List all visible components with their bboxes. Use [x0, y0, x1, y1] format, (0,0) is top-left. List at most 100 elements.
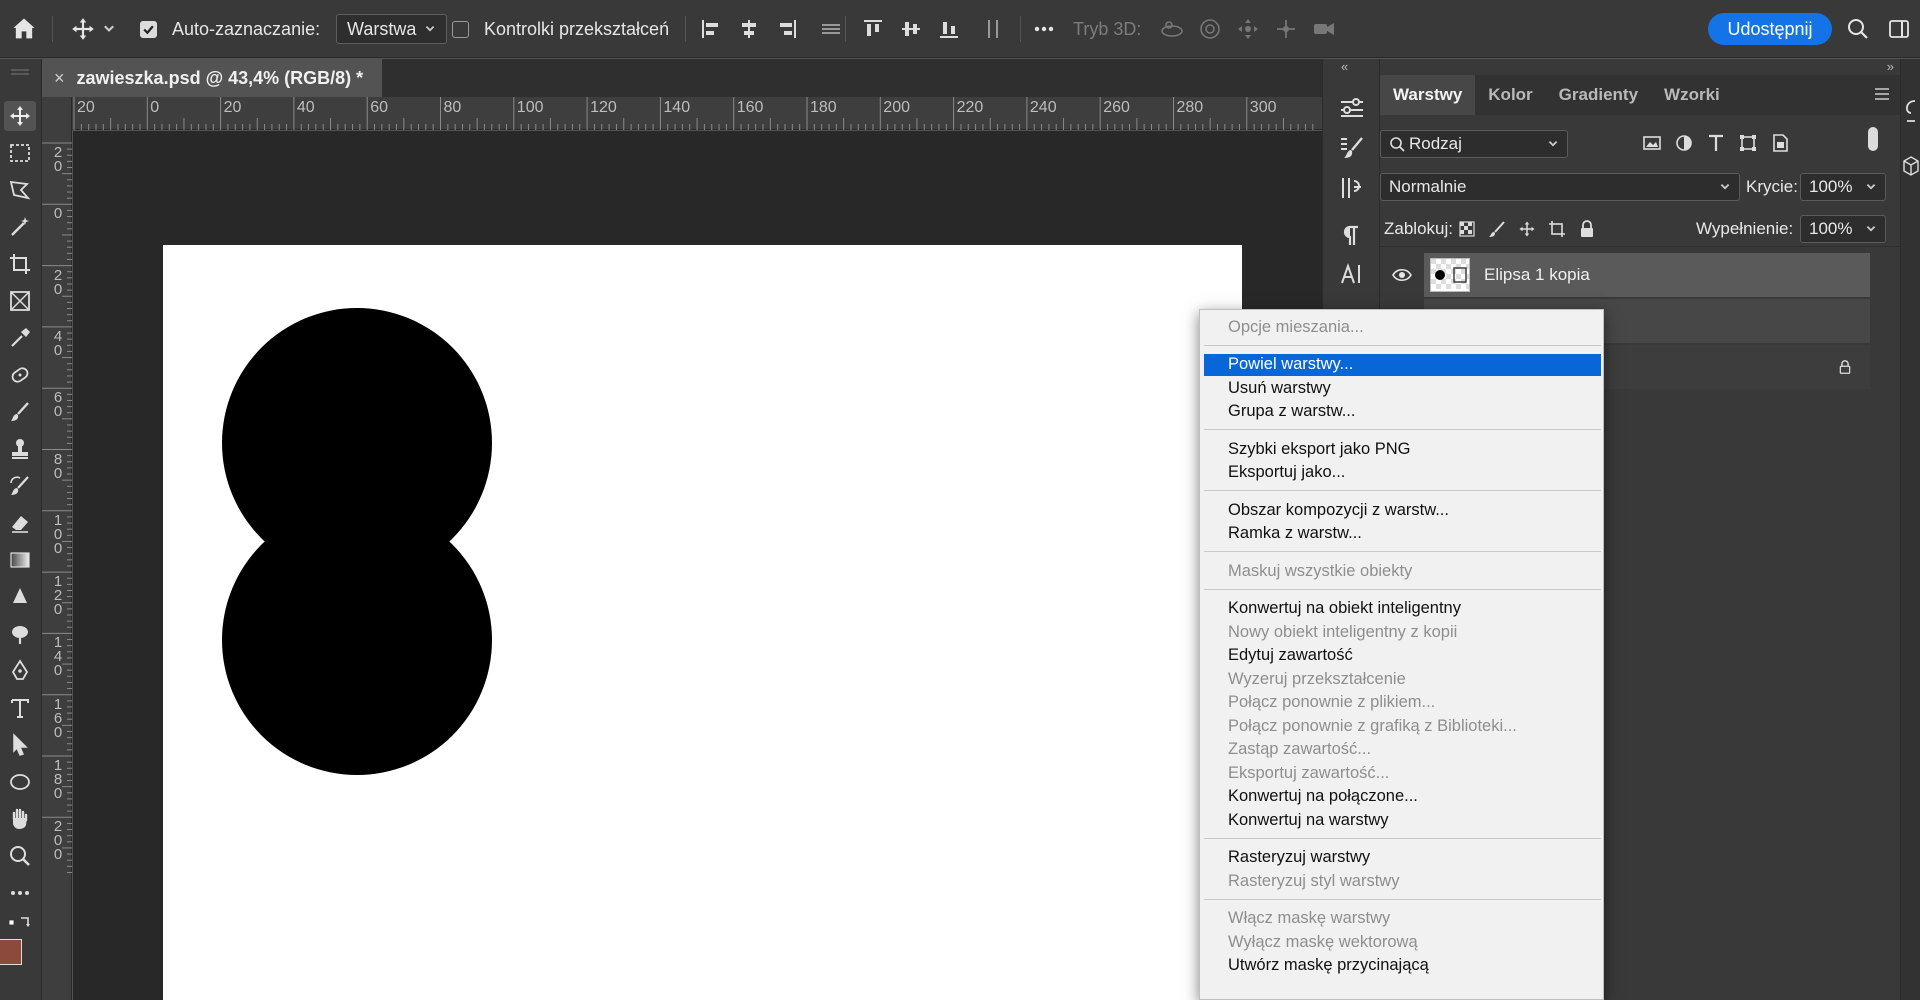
character-panel-icon[interactable] [1335, 257, 1369, 291]
layer-name[interactable]: Elipsa 1 kopia [1484, 265, 1590, 285]
filter-pixel-icon[interactable] [1642, 133, 1662, 153]
lock-position-icon[interactable] [1518, 220, 1536, 238]
menu-item[interactable]: Konwertuj na połączone... [1204, 786, 1601, 808]
filter-type-icon[interactable] [1706, 133, 1726, 153]
marquee-tool-icon[interactable] [4, 138, 36, 168]
edit-toolbar-icon[interactable] [4, 878, 36, 908]
move-tool-preset-icon[interactable] [70, 0, 116, 58]
healing-brush-tool-icon[interactable] [4, 360, 36, 390]
type-tool-icon[interactable] [4, 693, 36, 723]
lasso-tool-icon[interactable] [4, 175, 36, 205]
tab-gradients[interactable]: Gradienty [1546, 75, 1651, 115]
glyphs-panel-icon[interactable] [1903, 99, 1919, 123]
layer-row[interactable]: Elipsa 1 kopia [1392, 253, 1870, 297]
properties-panel-icon[interactable] [1335, 91, 1369, 125]
menu-item[interactable]: Obszar kompozycji z warstw... [1204, 499, 1601, 521]
more-options-icon[interactable] [1032, 0, 1056, 58]
blur-tool-icon[interactable] [4, 582, 36, 612]
lock-transparent-icon[interactable] [1458, 220, 1476, 238]
lock-artboard-icon[interactable] [1548, 220, 1566, 238]
opacity-label: Krycie: [1746, 177, 1798, 196]
vertical-ruler[interactable]: 20020406080100120140160180200 [42, 97, 72, 1000]
transform-controls-checkbox[interactable] [452, 0, 469, 58]
foreground-color-swatch[interactable] [0, 939, 22, 965]
menu-item[interactable]: Utwórz maskę przycinającą [1204, 955, 1601, 977]
hand-tool-icon[interactable] [4, 804, 36, 834]
collapse-panels-icon[interactable]: « [1341, 59, 1348, 74]
ellipse-shape-bottom[interactable] [222, 505, 492, 775]
gradient-tool-icon[interactable] [4, 545, 36, 575]
layer-filter-dropdown[interactable]: Rodzaj [1380, 130, 1568, 158]
menu-item[interactable]: Eksportuj jako... [1204, 462, 1601, 484]
panel-menu-icon[interactable] [1874, 87, 1890, 101]
history-brush-tool-icon[interactable] [4, 471, 36, 501]
magic-wand-tool-icon[interactable] [4, 212, 36, 242]
tab-layers[interactable]: Warstwy [1380, 75, 1476, 115]
horizontal-ruler[interactable]: 20 0 20 40 60 80 100 120 140 160 180 200 220 240 260 28… [72, 97, 1322, 130]
search-icon[interactable] [1846, 0, 1870, 58]
document-canvas[interactable] [163, 245, 1242, 1000]
align-left-icon[interactable] [700, 18, 722, 40]
eraser-tool-icon[interactable] [4, 508, 36, 538]
menu-item[interactable]: Ramka z warstw... [1204, 523, 1601, 545]
align-right-icon[interactable] [776, 18, 798, 40]
brush-tool-icon[interactable] [4, 397, 36, 427]
brush-settings-panel-icon[interactable] [1335, 131, 1369, 165]
distribute-icon[interactable] [820, 18, 842, 40]
path-selection-tool-icon[interactable] [4, 730, 36, 760]
menu-item[interactable]: Konwertuj na obiekt inteligentny [1204, 598, 1601, 620]
blend-mode-dropdown[interactable]: Normalnie [1380, 173, 1740, 201]
dodge-tool-icon[interactable] [4, 619, 36, 649]
adjustments-panel-icon[interactable] [1335, 171, 1369, 205]
filter-shape-icon[interactable] [1738, 133, 1758, 153]
align-center-h-icon[interactable] [738, 18, 760, 40]
ellipse-tool-icon[interactable] [4, 767, 36, 797]
align-middle-v-icon[interactable] [900, 18, 922, 40]
fill-field[interactable]: 100% [1800, 214, 1886, 243]
home-icon[interactable] [10, 0, 38, 58]
ruler-label: 160 [736, 99, 764, 116]
tab-color[interactable]: Kolor [1475, 75, 1545, 115]
auto-select-checkbox[interactable] [140, 0, 157, 58]
frame-tool-icon[interactable] [4, 286, 36, 316]
align-bottom-icon[interactable] [938, 18, 960, 40]
filter-toggle[interactable] [1868, 127, 1878, 151]
close-tab-icon[interactable]: × [54, 68, 65, 89]
canvas-workspace[interactable] [73, 131, 1322, 1000]
stamp-tool-icon[interactable] [4, 434, 36, 464]
menu-item[interactable]: Powiel warstwy... [1204, 353, 1601, 376]
menu-item[interactable]: Grupa z warstw... [1204, 401, 1601, 423]
roll-3d-icon [1200, 19, 1220, 39]
menu-item[interactable]: Konwertuj na warstwy [1204, 809, 1601, 831]
expand-panels-icon[interactable]: » [1887, 59, 1894, 74]
pen-tool-icon[interactable] [4, 656, 36, 686]
share-button[interactable]: Udostępnij [1708, 13, 1832, 45]
lock-all-icon[interactable] [1578, 220, 1596, 238]
distribute-v-icon[interactable] [982, 18, 1004, 40]
swap-colors-icon[interactable] [4, 911, 36, 935]
auto-select-target-dropdown[interactable]: Warstwa [336, 14, 448, 44]
filter-adjustment-icon[interactable] [1674, 133, 1694, 153]
menu-item[interactable]: Edytuj zawartość [1204, 645, 1601, 667]
workspace-icon[interactable] [1888, 0, 1910, 58]
paragraph-panel-icon[interactable] [1335, 219, 1369, 253]
menu-item[interactable]: Usuń warstwy [1204, 377, 1601, 399]
eyedropper-tool-icon[interactable] [4, 323, 36, 353]
lock-image-pixels-icon[interactable] [1488, 220, 1506, 238]
chevron-down-icon [1866, 225, 1876, 231]
tab-patterns[interactable]: Wzorki [1651, 75, 1733, 115]
layer-context-menu: Opcje mieszania... Powiel warstwy... Usuń … [1199, 309, 1604, 1000]
eye-icon[interactable] [1380, 253, 1424, 297]
align-top-icon[interactable] [862, 18, 884, 40]
ruler-label: 20 [53, 144, 63, 175]
menu-item[interactable]: Szybki eksport jako PNG [1204, 438, 1601, 460]
opacity-field[interactable]: 100% [1800, 173, 1886, 201]
toolbar-grip[interactable] [4, 67, 36, 77]
crop-tool-icon[interactable] [4, 249, 36, 279]
zoom-tool-icon[interactable] [4, 841, 36, 871]
filter-smart-object-icon[interactable] [1770, 133, 1790, 153]
document-tab[interactable]: × zawieszka.psd @ 43,4% (RGB/8) * [42, 59, 382, 97]
menu-item[interactable]: Rasteryzuj warstwy [1204, 847, 1601, 869]
3d-panel-icon[interactable] [1903, 155, 1919, 177]
move-tool-icon[interactable] [4, 101, 36, 131]
